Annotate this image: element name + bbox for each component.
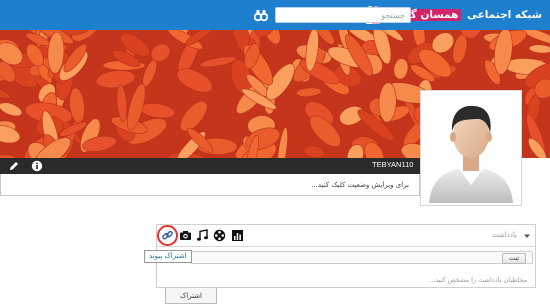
post-composer: یادداشت ثبت مخاطبان یادداشت را مشخص کنید… bbox=[156, 224, 536, 288]
status-field[interactable]: برای ویرایش وضعیت کلیک کنید... bbox=[0, 174, 420, 196]
top-navigation-bar: شبکه اجتماعی همسان گزینی bbox=[0, 0, 550, 30]
binoculars-icon[interactable] bbox=[254, 8, 268, 22]
site-name: شبکه اجتماعی bbox=[467, 9, 542, 21]
pencil-icon[interactable] bbox=[8, 160, 20, 172]
music-icon[interactable] bbox=[196, 229, 209, 242]
default-male-avatar-icon bbox=[429, 105, 513, 203]
info-icon[interactable] bbox=[31, 160, 43, 172]
submit-button[interactable]: ثبت bbox=[501, 253, 526, 264]
share-link-tooltip: اشتراک پیوند bbox=[144, 250, 192, 263]
audience-hint[interactable]: مخاطبان یادداشت را مشخص کنید... bbox=[429, 276, 527, 284]
share-button[interactable]: اشتراک bbox=[165, 288, 217, 304]
camera-icon[interactable] bbox=[179, 229, 192, 242]
profile-username: TEBYAN110 bbox=[372, 160, 414, 169]
chevron-down-icon[interactable] bbox=[523, 232, 531, 240]
bar-chart-icon[interactable] bbox=[231, 229, 244, 242]
status-placeholder: برای ویرایش وضعیت کلیک کنید... bbox=[311, 181, 409, 189]
composer-header: یادداشت bbox=[157, 225, 535, 247]
note-placeholder[interactable]: یادداشت bbox=[492, 231, 517, 239]
profile-avatar[interactable] bbox=[420, 90, 522, 206]
profile-info-bar: TEBYAN110 bbox=[0, 158, 420, 174]
search-input[interactable] bbox=[275, 7, 411, 23]
highlight-circle bbox=[157, 225, 178, 246]
film-reel-icon[interactable] bbox=[213, 229, 226, 242]
link-url-input[interactable]: ثبت bbox=[190, 251, 533, 264]
